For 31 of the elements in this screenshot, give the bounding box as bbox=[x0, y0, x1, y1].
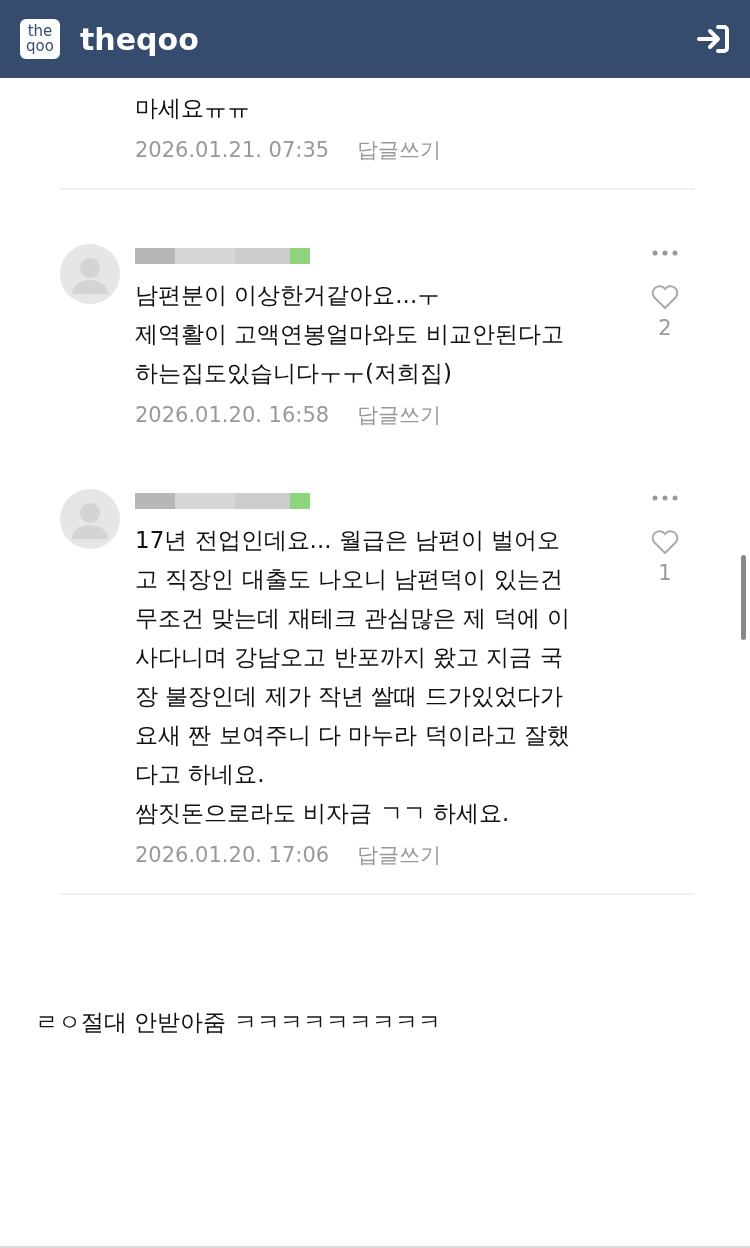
timestamp: 2026.01.21. 07:35 bbox=[135, 138, 330, 162]
reply-link[interactable]: 답글쓰기 bbox=[357, 841, 442, 869]
comment-text-line: 요새 짠 보여주니 다 마누라 덕이라고 잘했 bbox=[135, 721, 571, 750]
timestamp: 2026.01.20. 17:06 bbox=[135, 843, 330, 867]
app-title: theqoo bbox=[80, 21, 200, 57]
logo[interactable]: the qoo bbox=[20, 19, 60, 59]
comment-text-line: 쌈짓돈으로라도 비자금 ㄱㄱ 하세요. bbox=[135, 799, 511, 828]
comment-text-line: 고 직장인 대출도 나오니 남편덕이 있는건 bbox=[135, 565, 564, 594]
comment-text-line: 마세요ㅠㅠ bbox=[135, 94, 251, 123]
avatar bbox=[60, 489, 120, 549]
comment-text-line: 다고 하네요. bbox=[135, 760, 266, 789]
comment-text-line: 무조건 맞는데 재테크 관심많은 제 덕에 이 bbox=[135, 604, 571, 633]
like-count: 1 bbox=[658, 561, 672, 585]
avatar bbox=[60, 244, 120, 304]
reply-link[interactable]: 답글쓰기 bbox=[357, 401, 442, 429]
heart-icon[interactable] bbox=[651, 284, 679, 310]
comment-text-line: 하는집도있습니다ㅜㅜ(저희집) bbox=[135, 359, 453, 388]
scrollbar[interactable] bbox=[741, 555, 746, 640]
comment-text-line: 사다니며 강남오고 반포까지 왔고 지금 국 bbox=[135, 643, 564, 672]
reply-link[interactable]: 답글쓰기 bbox=[357, 136, 442, 164]
comment-text-line: 장 불장인데 제가 작년 쌀때 드가있었다가 bbox=[135, 682, 564, 711]
comment-text-line: 남편분이 이상한거같아요...ㅜ bbox=[135, 281, 442, 310]
more-icon[interactable] bbox=[652, 250, 678, 256]
heart-icon[interactable] bbox=[651, 529, 679, 555]
timestamp: 2026.01.20. 16:58 bbox=[135, 403, 330, 427]
like-count: 2 bbox=[658, 316, 672, 340]
comment-text-line: 제역활이 고액연봉얼마와도 비교안된다고 bbox=[135, 320, 565, 349]
more-icon[interactable] bbox=[652, 495, 678, 501]
login-icon[interactable] bbox=[696, 24, 730, 54]
post-text: ㄹㅇ절대 안받아줌 ㅋㅋㅋㅋㅋㅋㅋㅋㅋ bbox=[35, 1008, 442, 1037]
comment-text-line: 17년 전업인데요... 월급은 남편이 벌어오 bbox=[135, 526, 562, 555]
